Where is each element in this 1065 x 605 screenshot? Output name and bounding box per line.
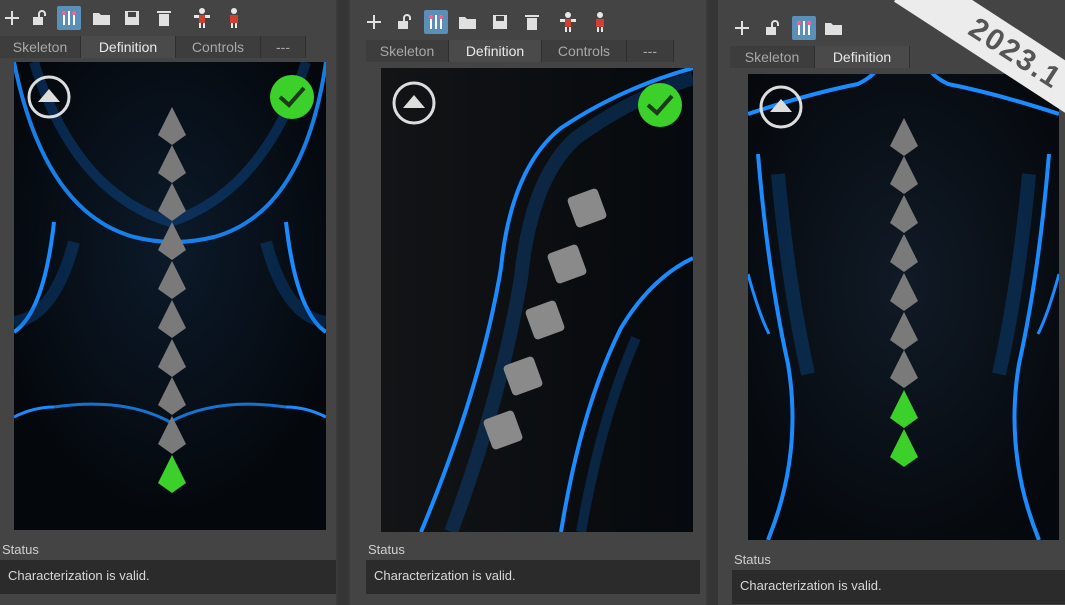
collapse-up-icon[interactable]	[391, 80, 437, 126]
valid-check-icon	[270, 75, 314, 119]
tab-skeleton[interactable]: Skeleton	[366, 40, 449, 62]
character-t-pose-icon[interactable]	[556, 10, 580, 34]
delete-icon[interactable]	[520, 10, 544, 34]
folder-open-icon[interactable]	[456, 10, 480, 34]
panel-divider	[708, 0, 718, 605]
tab-skeleton[interactable]: Skeleton	[0, 36, 81, 58]
joint-gray-icon	[158, 107, 186, 145]
tab-definition[interactable]: Definition	[449, 40, 542, 62]
tab-controls[interactable]: Controls	[176, 36, 261, 58]
status-message: Characterization is valid.	[366, 560, 700, 594]
toolbar	[718, 12, 1065, 42]
save-icon[interactable]	[120, 6, 144, 30]
character-select-icon[interactable]	[222, 6, 246, 30]
panel-divider	[338, 0, 348, 605]
tab-bar: Skeleton Definition Controls ---	[350, 40, 706, 62]
character-panel-2: Skeleton Definition Controls --- Status …	[350, 0, 706, 605]
character-panel-3: Skeleton Definition Status Characterizat…	[718, 0, 1065, 605]
status-label: Status	[368, 542, 405, 557]
valid-check-icon	[638, 83, 682, 127]
status-message: Characterization is valid.	[732, 570, 1065, 604]
character-select-icon[interactable]	[588, 10, 612, 34]
unlock-icon[interactable]	[392, 10, 416, 34]
status-label: Status	[734, 552, 771, 567]
character-viewport[interactable]	[14, 62, 326, 530]
character-viewport[interactable]	[381, 68, 693, 532]
tab-more[interactable]: ---	[261, 36, 306, 58]
character-t-pose-icon[interactable]	[190, 6, 214, 30]
tab-definition[interactable]: Definition	[81, 36, 176, 58]
status-label: Status	[2, 542, 39, 557]
unlock-icon[interactable]	[27, 6, 51, 30]
character-viewport[interactable]	[748, 74, 1059, 540]
collapse-up-icon[interactable]	[26, 74, 72, 120]
delete-icon[interactable]	[152, 6, 176, 30]
save-icon[interactable]	[488, 10, 512, 34]
tab-controls[interactable]: Controls	[542, 40, 627, 62]
tab-skeleton[interactable]: Skeleton	[730, 46, 815, 68]
tab-bar: Skeleton Definition Controls ---	[0, 36, 336, 58]
add-icon[interactable]	[0, 6, 24, 30]
folder-open-icon[interactable]	[90, 6, 114, 30]
collapse-up-icon[interactable]	[758, 84, 804, 130]
arm-joint-chain	[483, 188, 607, 450]
joint-gray-icon	[567, 188, 607, 228]
toolbar	[0, 2, 336, 32]
mirror-icon[interactable]	[424, 10, 448, 34]
spine-joint-chain	[890, 118, 918, 467]
mirror-icon[interactable]	[792, 16, 816, 40]
add-icon[interactable]	[730, 16, 754, 40]
status-message: Characterization is valid.	[0, 560, 336, 594]
add-icon[interactable]	[362, 10, 386, 34]
unlock-icon[interactable]	[760, 16, 784, 40]
toolbar	[350, 6, 706, 36]
joint-gray-icon	[890, 118, 918, 156]
tab-more[interactable]: ---	[627, 40, 674, 62]
tab-definition[interactable]: Definition	[815, 46, 910, 68]
mirror-icon[interactable]	[57, 6, 81, 30]
character-panel-1: Skeleton Definition Controls --- Status …	[0, 0, 336, 605]
spine-joint-chain	[158, 107, 186, 493]
folder-open-icon[interactable]	[822, 16, 846, 40]
tab-bar: Skeleton Definition	[718, 46, 1065, 68]
